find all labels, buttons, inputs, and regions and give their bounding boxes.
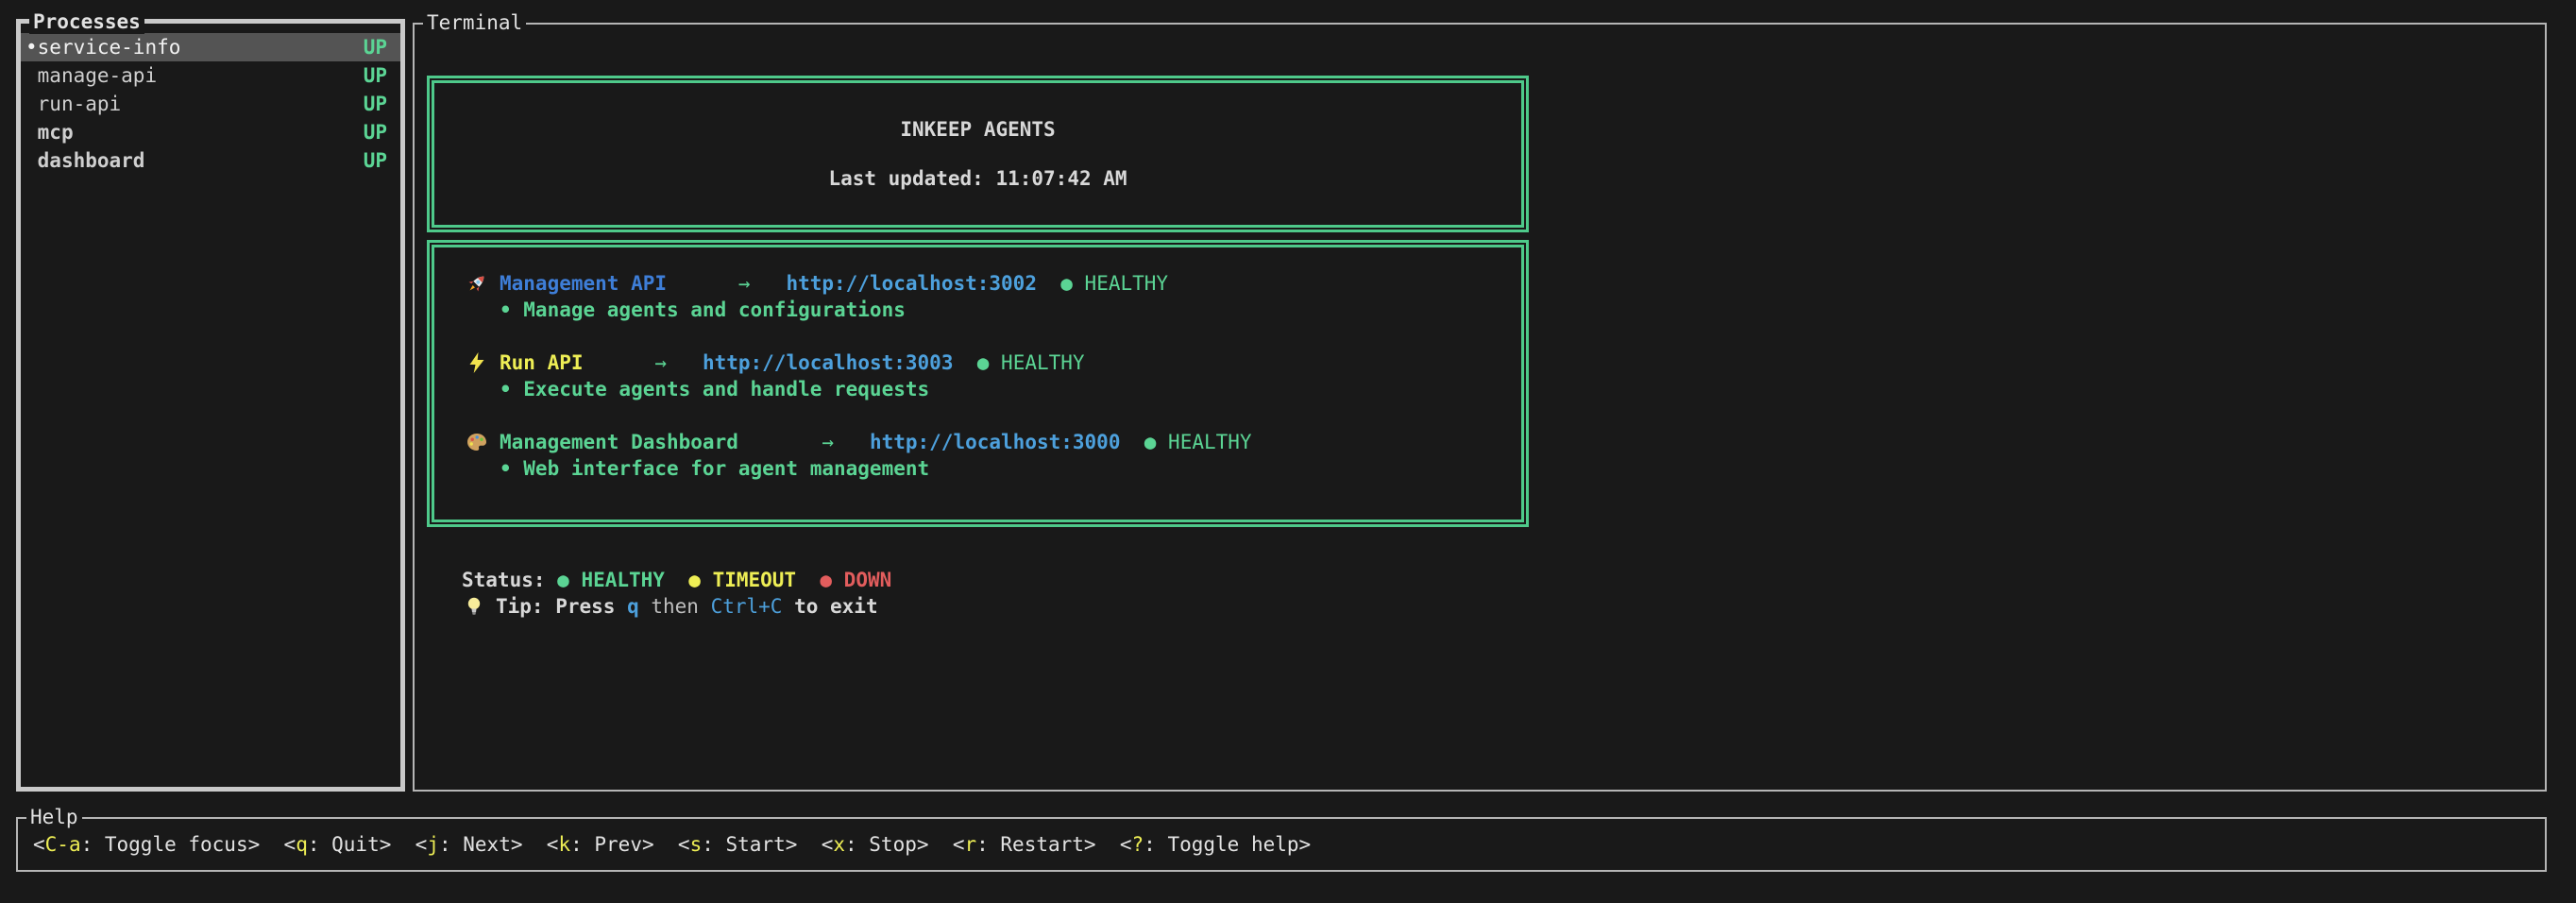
process-name: manage-api: [38, 61, 364, 90]
process-name: dashboard: [38, 146, 364, 175]
arrow-icon: →: [667, 272, 786, 295]
help-shortcut: <j: Next>: [415, 833, 523, 856]
lightning-icon: [465, 350, 489, 375]
selection-bullet: [25, 146, 38, 175]
status-healthy: HEALTHY: [581, 569, 665, 591]
service-name: Run API: [500, 351, 584, 374]
shortcut-key: j: [427, 833, 439, 856]
yellow-dot-icon: ●: [688, 569, 712, 591]
process-row[interactable]: dashboardUP: [21, 146, 400, 175]
help-shortcut: <?: Toggle help>: [1120, 833, 1311, 856]
shortcut-key: C-a: [45, 833, 81, 856]
tip-key-q: q: [627, 595, 639, 618]
process-row[interactable]: manage-apiUP: [21, 61, 400, 90]
help-shortcuts: <C-a: Toggle focus> <q: Quit> <j: Next> …: [33, 833, 1311, 856]
shortcut-key: q: [296, 833, 308, 856]
health-dot-icon: ●: [953, 351, 1001, 374]
process-status: UP: [364, 118, 387, 146]
palette-icon: [465, 430, 489, 454]
service-description: • Web interface for agent management: [500, 455, 1521, 482]
process-row[interactable]: •service-infoUP: [21, 33, 400, 61]
help-shortcut: <x: Stop>: [822, 833, 929, 856]
green-dot-icon: ●: [557, 569, 581, 591]
arrow-icon: →: [738, 431, 870, 453]
services-box: Management API → http://localhost:3002 ●…: [427, 240, 1529, 527]
help-shortcut: <k: Prev>: [547, 833, 654, 856]
selection-bullet: •: [25, 33, 38, 61]
service-entry: Management Dashboard → http://localhost:…: [465, 429, 1521, 482]
service-status: HEALTHY: [1001, 351, 1085, 374]
process-status: UP: [364, 33, 387, 61]
status-label: Status:: [462, 569, 557, 591]
service-url: http://localhost:3002: [786, 272, 1037, 295]
red-dot-icon: ●: [820, 569, 843, 591]
selection-bullet: [25, 61, 38, 90]
status-timeout: TIMEOUT: [713, 569, 797, 591]
tui-root: Processes •service-infoUP manage-apiUP r…: [0, 0, 2576, 903]
process-row[interactable]: mcpUP: [21, 118, 400, 146]
shortcut-key: ?: [1132, 833, 1144, 856]
help-shortcut: <s: Start>: [678, 833, 797, 856]
help-shortcut: <C-a: Toggle focus>: [33, 833, 260, 856]
process-row[interactable]: run-apiUP: [21, 90, 400, 118]
tip-suffix: to exit: [782, 595, 877, 618]
service-description: • Execute agents and handle requests: [500, 376, 1521, 402]
service-line: Management API → http://localhost:3002 ●…: [465, 270, 1521, 297]
bulb-icon: [462, 594, 486, 619]
help-panel: Help <C-a: Toggle focus> <q: Quit> <j: N…: [16, 817, 2547, 872]
service-entry: Run API → http://localhost:3003 ● HEALTH…: [465, 349, 1521, 402]
tip-key-ctrlc: Ctrl+C: [711, 595, 783, 618]
selection-bullet: [25, 90, 38, 118]
agents-title: INKEEP AGENTS: [900, 118, 1055, 141]
terminal-panel-title: Terminal: [423, 10, 526, 35]
status-down: DOWN: [844, 569, 892, 591]
health-dot-icon: ●: [1120, 431, 1168, 453]
last-updated: Last updated: 11:07:42 AM: [828, 167, 1127, 190]
arrow-icon: →: [584, 351, 703, 374]
service-name: Management Dashboard: [500, 431, 738, 453]
service-name: Management API: [500, 272, 667, 295]
status-legend: Status: ● HEALTHY ● TIMEOUT ● DOWN: [462, 567, 891, 593]
process-status: UP: [364, 61, 387, 90]
service-description: • Manage agents and configurations: [500, 297, 1521, 323]
rocket-icon: [465, 271, 489, 296]
tip-line: Tip: Press q then Ctrl+C to exit: [462, 593, 878, 620]
service-line: Management Dashboard → http://localhost:…: [465, 429, 1521, 455]
agents-header-box: INKEEP AGENTS Last updated: 11:07:42 AM: [427, 76, 1529, 232]
process-list: •service-infoUP manage-apiUP run-apiUP m…: [21, 24, 400, 175]
process-status: UP: [364, 90, 387, 118]
tip-prefix: Tip: Press: [496, 595, 627, 618]
processes-panel-title: Processes: [29, 9, 144, 34]
process-name: mcp: [38, 118, 364, 146]
process-name: run-api: [38, 90, 364, 118]
help-panel-title: Help: [26, 805, 82, 829]
tip-middle: then: [639, 595, 711, 618]
service-line: Run API → http://localhost:3003 ● HEALTH…: [465, 349, 1521, 376]
help-shortcut: <r: Restart>: [953, 833, 1096, 856]
process-name: service-info: [38, 33, 364, 61]
service-status: HEALTHY: [1168, 431, 1252, 453]
shortcut-key: k: [558, 833, 570, 856]
shortcut-key: r: [964, 833, 976, 856]
terminal-panel: Terminal INKEEP AGENTS Last updated: 11:…: [413, 23, 2547, 792]
service-url: http://localhost:3003: [703, 351, 954, 374]
help-shortcut: <q: Quit>: [284, 833, 392, 856]
processes-panel: Processes •service-infoUP manage-apiUP r…: [16, 19, 405, 792]
shortcut-key: s: [690, 833, 703, 856]
selection-bullet: [25, 118, 38, 146]
service-entry: Management API → http://localhost:3002 ●…: [465, 270, 1521, 323]
service-url: http://localhost:3000: [870, 431, 1121, 453]
health-dot-icon: ●: [1037, 272, 1085, 295]
service-status: HEALTHY: [1085, 272, 1169, 295]
process-status: UP: [364, 146, 387, 175]
shortcut-key: x: [833, 833, 845, 856]
